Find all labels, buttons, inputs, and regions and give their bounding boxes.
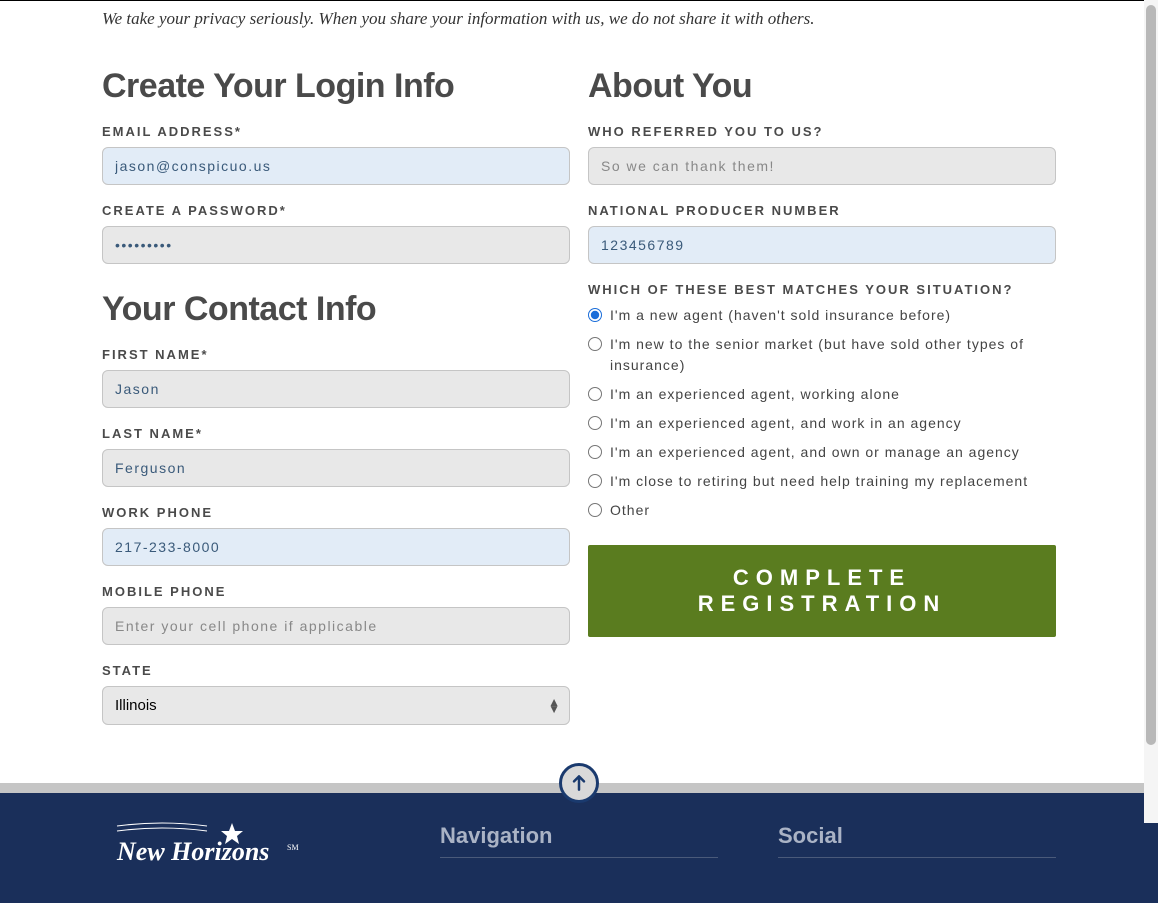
about-you-heading: About You xyxy=(588,67,1056,106)
situation-option-label[interactable]: I'm new to the senior market (but have s… xyxy=(610,334,1056,376)
svg-text:SM: SM xyxy=(287,843,299,852)
svg-text:New Horizons: New Horizons xyxy=(116,837,269,866)
workphone-label: WORK PHONE xyxy=(102,505,570,520)
email-label: EMAIL ADDRESS* xyxy=(102,124,570,139)
situation-option-label[interactable]: I'm an experienced agent, and work in an… xyxy=(610,413,962,434)
lastname-label: LAST NAME* xyxy=(102,426,570,441)
situation-radio-0[interactable] xyxy=(588,308,602,322)
right-column: About You WHO REFERRED YOU TO US? NATION… xyxy=(588,59,1056,743)
situation-radio-4[interactable] xyxy=(588,445,602,459)
scrollbar-track[interactable] xyxy=(1144,0,1158,823)
situation-radio-1[interactable] xyxy=(588,337,602,351)
situation-option-label[interactable]: Other xyxy=(610,500,650,521)
npn-input[interactable] xyxy=(588,226,1056,264)
state-label: STATE xyxy=(102,663,570,678)
password-label: CREATE A PASSWORD* xyxy=(102,203,570,218)
referred-input[interactable] xyxy=(588,147,1056,185)
footer-social-heading: Social xyxy=(778,823,1056,858)
situation-option-label[interactable]: I'm a new agent (haven't sold insurance … xyxy=(610,305,951,326)
registration-form: Create Your Login Info EMAIL ADDRESS* CR… xyxy=(0,29,1158,783)
situation-radio-5[interactable] xyxy=(588,474,602,488)
workphone-input[interactable] xyxy=(102,528,570,566)
situation-radio-6[interactable] xyxy=(588,503,602,517)
lastname-input[interactable] xyxy=(102,449,570,487)
firstname-input[interactable] xyxy=(102,370,570,408)
login-info-heading: Create Your Login Info xyxy=(102,67,570,106)
mobilephone-label: MOBILE PHONE xyxy=(102,584,570,599)
footer-social-column: Social xyxy=(778,823,1056,873)
situation-radio-group: I'm a new agent (haven't sold insurance … xyxy=(588,305,1056,521)
situation-option-label[interactable]: I'm an experienced agent, and own or man… xyxy=(610,442,1020,463)
contact-info-heading: Your Contact Info xyxy=(102,290,570,329)
state-select[interactable]: Illinois xyxy=(102,686,570,725)
complete-registration-button[interactable]: COMPLETE REGISTRATION xyxy=(588,545,1056,637)
left-column: Create Your Login Info EMAIL ADDRESS* CR… xyxy=(102,59,570,743)
situation-radio-2[interactable] xyxy=(588,387,602,401)
new-horizons-logo-icon: New Horizons SM xyxy=(102,818,302,868)
privacy-note: We take your privacy seriously. When you… xyxy=(0,1,1158,29)
footer: New Horizons SM Navigation Social xyxy=(0,793,1158,903)
situation-label: WHICH OF THESE BEST MATCHES YOUR SITUATI… xyxy=(588,282,1056,297)
arrow-up-icon xyxy=(569,773,589,793)
situation-option-label[interactable]: I'm close to retiring but need help trai… xyxy=(610,471,1028,492)
npn-label: NATIONAL PRODUCER NUMBER xyxy=(588,203,1056,218)
password-input[interactable] xyxy=(102,226,570,264)
footer-navigation-column: Navigation xyxy=(440,823,718,873)
situation-radio-3[interactable] xyxy=(588,416,602,430)
scroll-to-top-button[interactable] xyxy=(559,763,599,803)
situation-option-label[interactable]: I'm an experienced agent, working alone xyxy=(610,384,900,405)
referred-label: WHO REFERRED YOU TO US? xyxy=(588,124,1056,139)
firstname-label: FIRST NAME* xyxy=(102,347,570,362)
email-input[interactable] xyxy=(102,147,570,185)
footer-nav-heading: Navigation xyxy=(440,823,718,858)
mobilephone-input[interactable] xyxy=(102,607,570,645)
footer-logo: New Horizons SM xyxy=(102,823,380,873)
scrollbar-thumb[interactable] xyxy=(1146,5,1156,745)
